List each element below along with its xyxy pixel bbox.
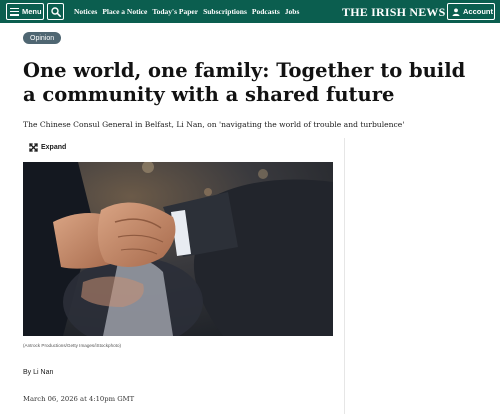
search-button[interactable] [47,3,64,20]
menu-label: Menu [22,7,42,16]
handshake-photo [23,162,333,336]
article-image[interactable] [23,162,333,336]
nav-todays-paper[interactable]: Today's Paper [152,7,198,16]
nav-podcasts[interactable]: Podcasts [252,7,280,16]
author-link[interactable]: Li Nan [33,369,53,376]
account-button[interactable]: Account [447,3,495,20]
menu-button[interactable]: Menu [6,3,44,20]
top-navigation-bar: Menu Notices Place a Notice Today's Pape… [0,0,500,23]
category-badge[interactable]: Opinion [23,32,62,44]
search-icon [50,6,61,17]
hamburger-icon [10,7,19,16]
byline: By Li Nan [23,369,53,376]
article-headline: One world, one family: Together to build… [23,59,466,106]
primary-nav: Notices Place a Notice Today's Paper Sub… [74,0,304,23]
byline-prefix: By [23,369,32,376]
publish-date: March 06, 2026 at 4:10pm GMT [23,395,135,403]
site-logo[interactable]: THE IRISH NEWS [342,5,446,20]
image-caption: (Antrock Productions/Getty Images/iStock… [23,343,122,348]
user-icon [452,8,460,16]
account-label: Account [463,7,493,16]
nav-place-a-notice[interactable]: Place a Notice [102,7,147,16]
expand-icon [29,143,38,152]
nav-notices[interactable]: Notices [74,7,97,16]
article-standfirst: The Chinese Consul General in Belfast, L… [23,120,405,129]
column-divider [344,138,345,414]
nav-jobs[interactable]: Jobs [285,7,300,16]
expand-label: Expand [41,144,67,151]
expand-image-button[interactable]: Expand [29,143,66,152]
nav-subscriptions[interactable]: Subscriptions [203,7,247,16]
